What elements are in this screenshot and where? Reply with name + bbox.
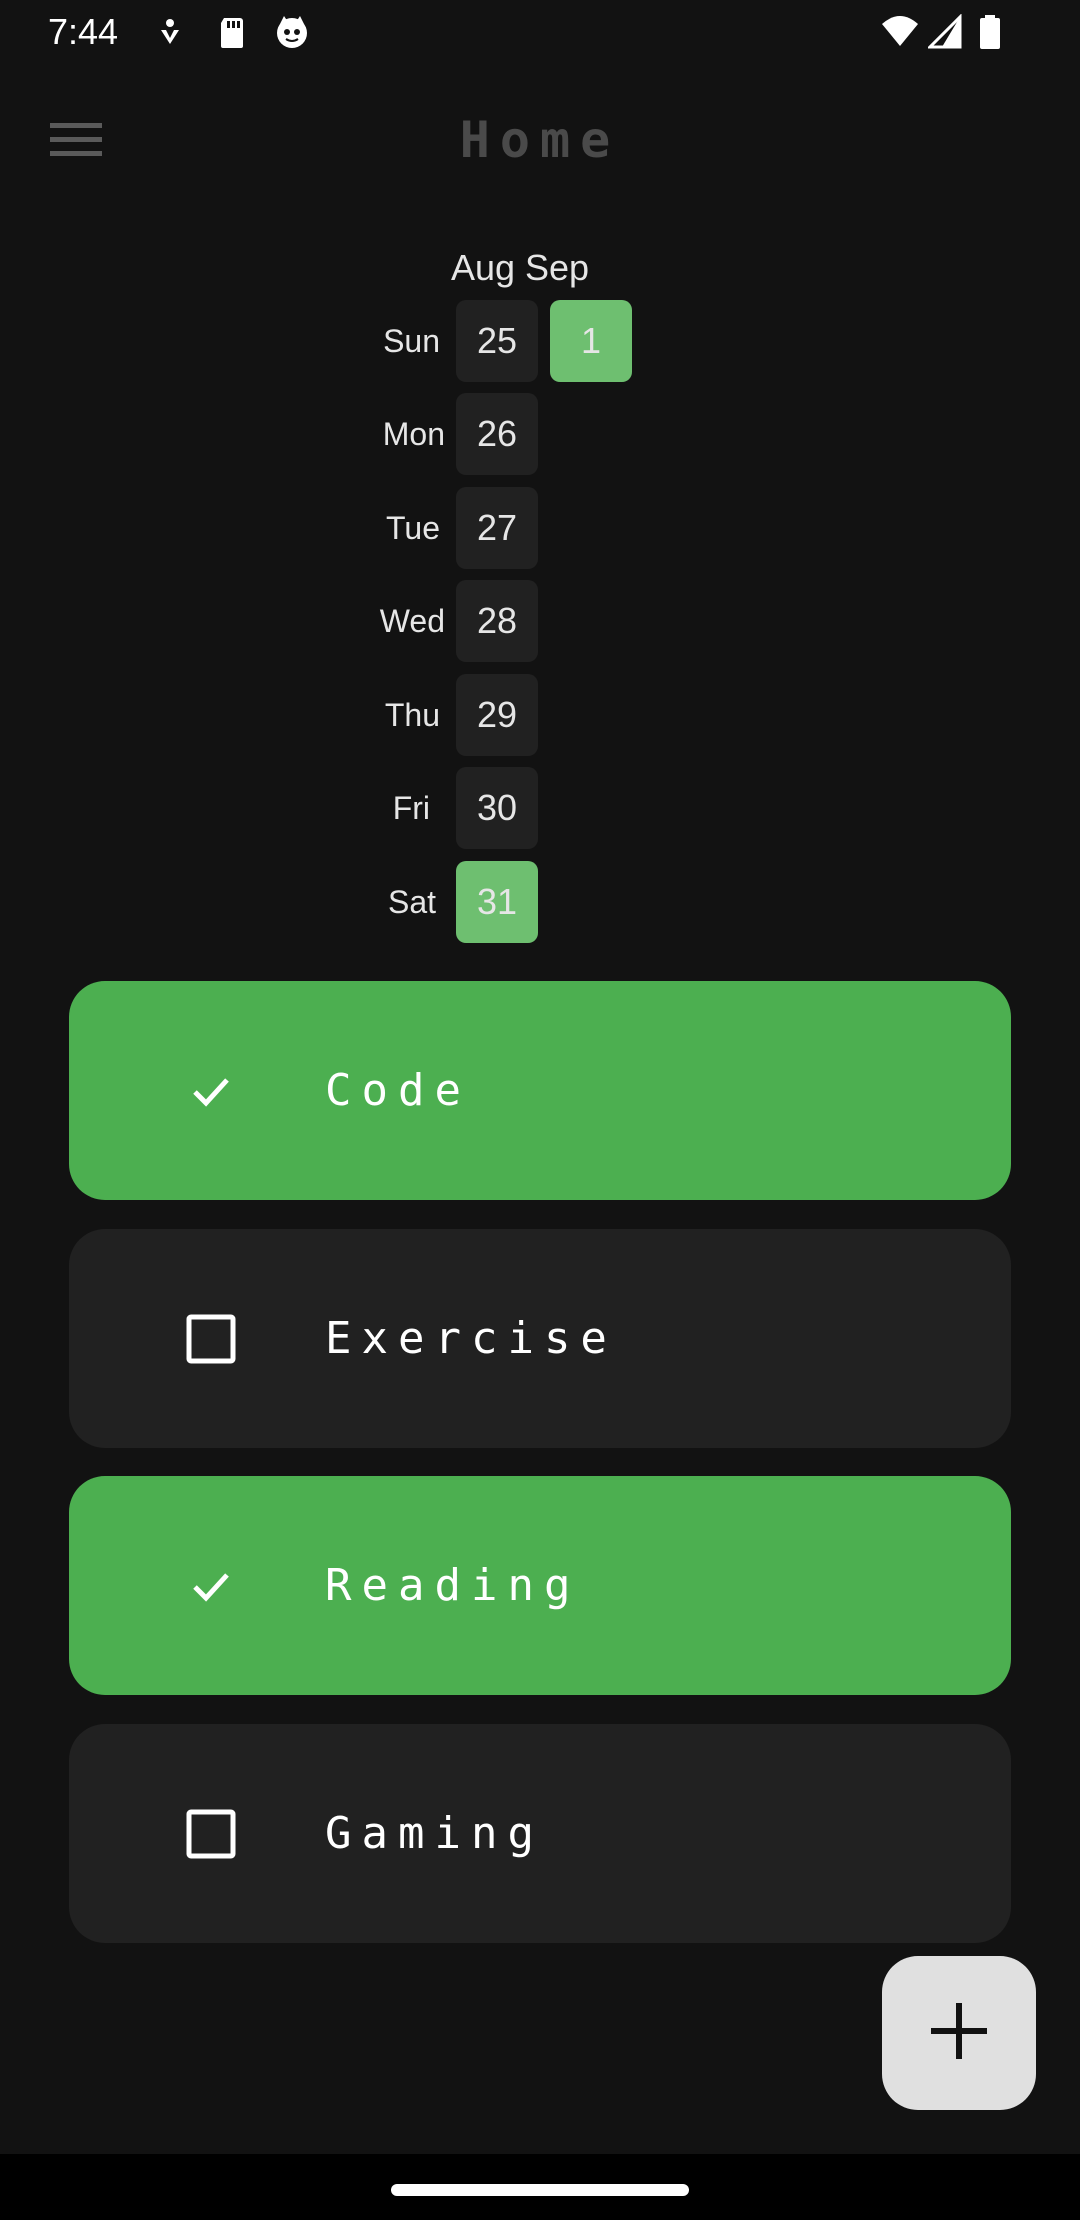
gesture-handle[interactable] <box>391 2184 689 2196</box>
battery-icon <box>978 14 1002 50</box>
status-bar: 7:44 <box>0 0 1080 64</box>
day-label-sat: Sat <box>387 884 436 920</box>
habit-card-reading[interactable]: Reading <box>69 1476 1011 1695</box>
empty-checkbox-icon[interactable] <box>185 1313 237 1365</box>
day-cell-aug-25[interactable]: 25 <box>456 300 538 382</box>
habit-name: Reading <box>325 1560 581 1611</box>
habit-card-gaming[interactable]: Gaming <box>69 1724 1011 1943</box>
day-label-mon: Mon <box>382 416 445 452</box>
day-cell-aug-31[interactable]: 31 <box>456 861 538 943</box>
month-label-aug: Aug <box>451 247 516 288</box>
day-cell-aug-27[interactable]: 27 <box>456 487 538 569</box>
accessibility-icon <box>152 14 188 50</box>
day-label-sun: Sun <box>383 323 440 359</box>
check-icon[interactable] <box>185 1065 237 1117</box>
empty-checkbox-icon[interactable] <box>185 1808 237 1860</box>
day-cell-sep-1[interactable]: 1 <box>550 300 632 382</box>
sd-card-icon <box>214 14 250 50</box>
day-label-thu: Thu <box>384 697 440 733</box>
navigation-bar <box>0 2154 1080 2220</box>
month-label-sep: Sep <box>525 247 590 288</box>
day-cell-aug-28[interactable]: 28 <box>456 580 538 662</box>
add-habit-button[interactable] <box>882 1956 1036 2110</box>
page-title: Home <box>459 111 621 169</box>
day-label-tue: Tue <box>386 510 440 546</box>
habit-card-code[interactable]: Code <box>69 981 1011 1200</box>
habit-name: Gaming <box>325 1808 544 1859</box>
check-icon[interactable] <box>185 1560 237 1612</box>
day-label-fri: Fri <box>392 790 430 826</box>
status-time: 7:44 <box>48 11 119 52</box>
habit-name: Code <box>325 1065 471 1116</box>
day-cell-aug-26[interactable]: 26 <box>456 393 538 475</box>
day-cell-aug-30[interactable]: 30 <box>456 767 538 849</box>
plus-icon <box>931 2003 987 2063</box>
day-label-wed: Wed <box>379 603 445 639</box>
day-cell-aug-29[interactable]: 29 <box>456 674 538 756</box>
cell-signal-icon <box>926 13 964 50</box>
cat-face-icon <box>274 14 310 50</box>
wifi-icon <box>880 14 920 50</box>
habit-name: Exercise <box>325 1313 617 1364</box>
habit-card-exercise[interactable]: Exercise <box>69 1229 1011 1448</box>
